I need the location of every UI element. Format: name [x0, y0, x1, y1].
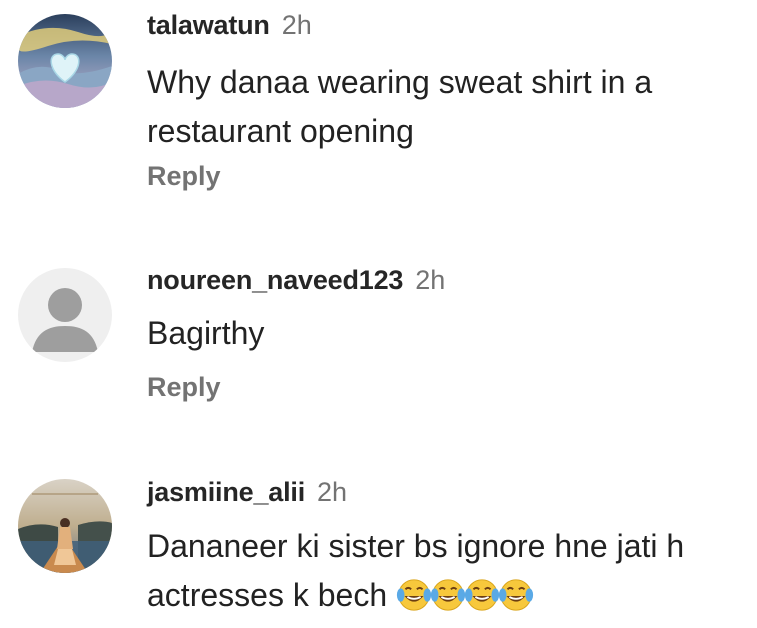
username[interactable]: jasmiine_alii: [147, 477, 305, 507]
user-avatar[interactable]: [18, 14, 112, 108]
timestamp: 2h: [317, 477, 348, 507]
reply-button[interactable]: Reply: [147, 163, 221, 190]
user-avatar[interactable]: [18, 268, 112, 362]
comment-line: Bagirthy: [147, 315, 265, 351]
comment-line: restaurant opening: [147, 113, 414, 149]
face-with-tears-of-joy-icon: [465, 579, 500, 611]
comment-meta: talawatun 2h: [147, 12, 312, 39]
comment-text: Bagirthy: [147, 309, 264, 358]
username[interactable]: noureen_naveed123: [147, 265, 403, 295]
timestamp: 2h: [281, 10, 312, 40]
landscape-heart-avatar-icon: [18, 14, 112, 108]
sunset-girl-avatar-icon: [18, 479, 112, 573]
comment-meta: jasmiine_alii 2h: [147, 479, 347, 506]
comment-line: actresses k bech: [147, 571, 684, 628]
comment-line: Why danaa wearing sweat shirt in a: [147, 64, 653, 100]
timestamp: 2h: [415, 265, 446, 295]
face-with-tears-of-joy-icon: [431, 579, 466, 611]
comment-text: Dananeer ki sister bs ignore hne jati h …: [147, 522, 684, 628]
comment-line-text: actresses k bech: [147, 577, 388, 613]
username[interactable]: talawatun: [147, 10, 270, 40]
reply-button[interactable]: Reply: [147, 374, 221, 401]
emoji-group: [395, 576, 534, 628]
comment-meta: noureen_naveed123 2h: [147, 267, 445, 294]
comment-text: Why danaa wearing sweat shirt in a resta…: [147, 58, 652, 156]
face-with-tears-of-joy-icon: [499, 579, 534, 611]
face-with-tears-of-joy-icon: [397, 579, 432, 611]
comment-line: Dananeer ki sister bs ignore hne jati h: [147, 528, 685, 564]
default-user-avatar-icon: [18, 268, 112, 362]
user-avatar[interactable]: [18, 479, 112, 573]
